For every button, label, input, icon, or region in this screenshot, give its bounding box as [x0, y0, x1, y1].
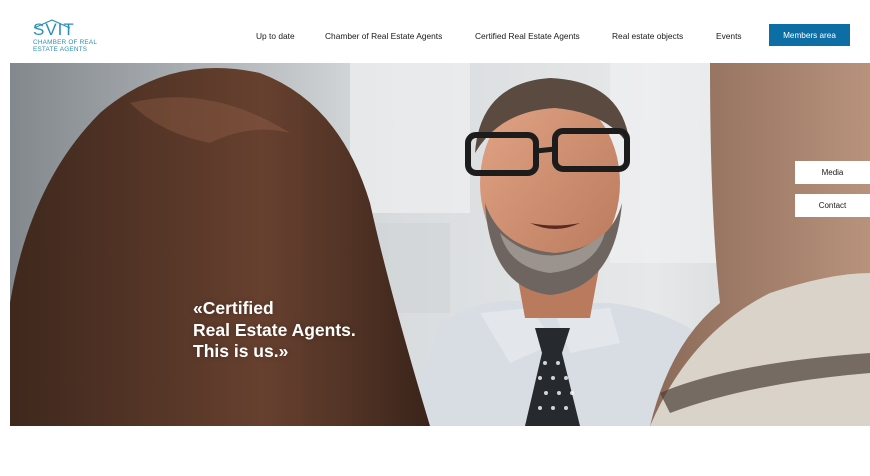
nav-certified-agents[interactable]: Certified Real Estate Agents — [475, 31, 580, 41]
media-button[interactable]: Media — [795, 161, 870, 184]
site-header: SVIT CHAMBER OF REAL ESTATE AGENTS Up to… — [10, 10, 870, 63]
nav-events[interactable]: Events — [716, 31, 742, 41]
logo-mark: SVIT — [33, 20, 75, 39]
hero-quote-line-1: «Certified — [193, 298, 274, 318]
hero-quote-line-3: This is us.» — [193, 341, 289, 361]
members-area-button[interactable]: Members area — [769, 24, 850, 46]
hero-section: «Certified Real Estate Agents. This is u… — [10, 63, 870, 426]
logo-line-2: ESTATE AGENTS — [33, 45, 88, 53]
hero-quote-line-2: Real Estate Agents. — [193, 319, 356, 340]
logo-text: CHAMBER OF REAL ESTATE AGENTS — [33, 39, 97, 54]
nav-chamber[interactable]: Chamber of Real Estate Agents — [325, 31, 442, 41]
page: SVIT CHAMBER OF REAL ESTATE AGENTS Up to… — [10, 10, 870, 476]
hero-photo — [10, 63, 870, 426]
hero-quote: «Certified Real Estate Agents. This is u… — [193, 298, 356, 363]
nav-up-to-date[interactable]: Up to date — [256, 31, 295, 41]
svit-logo[interactable]: SVIT CHAMBER OF REAL ESTATE AGENTS — [32, 19, 122, 57]
contact-button[interactable]: Contact — [795, 194, 870, 217]
nav-real-estate-objects[interactable]: Real estate objects — [612, 31, 683, 41]
